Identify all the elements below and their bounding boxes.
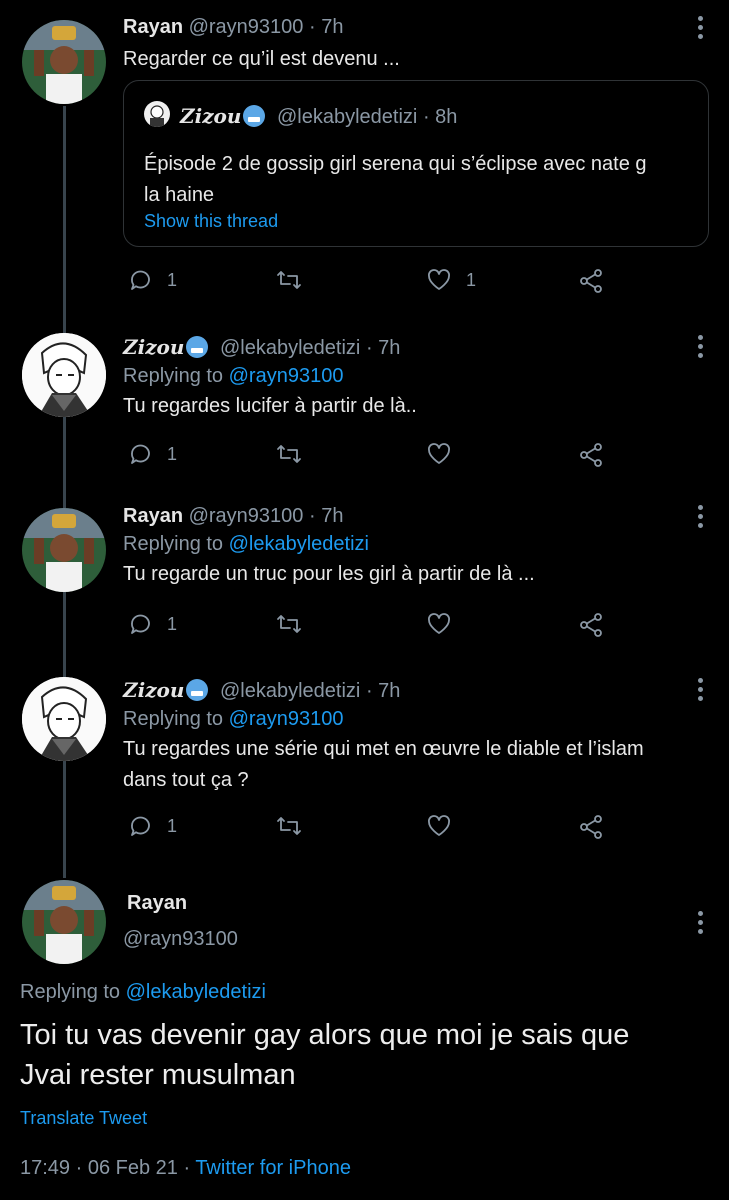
heart-icon <box>428 443 450 464</box>
tweet-header: Zizou @lekabyledetizi · 7h <box>123 678 401 702</box>
tweet-actions: 1 1 <box>123 268 623 298</box>
retweet-button[interactable] <box>276 442 302 466</box>
replying-to-link[interactable]: @lekabyledetizi <box>229 533 369 555</box>
reply-button[interactable]: 1 <box>129 442 177 466</box>
author-name[interactable]: Zizou <box>123 678 184 702</box>
quoted-avatar <box>144 101 170 127</box>
author-name[interactable]: Rayan <box>123 505 183 527</box>
share-icon <box>580 269 602 293</box>
replying-to-link[interactable]: @lekabyledetizi <box>126 981 266 1003</box>
share-button[interactable] <box>578 814 604 840</box>
quoted-text: Épisode 2 de gossip girl serena qui s’éc… <box>144 153 647 206</box>
heart-icon <box>428 815 450 836</box>
share-button[interactable] <box>578 442 604 468</box>
like-button[interactable]: 1 <box>426 268 476 292</box>
source-link[interactable]: Twitter for iPhone <box>195 1157 351 1179</box>
reply-icon <box>131 816 150 836</box>
share-icon <box>580 613 602 637</box>
replying-to: Replying to @rayn93100 <box>123 365 344 387</box>
replying-to: Replying to @lekabyledetizi <box>20 981 266 1003</box>
reply-button[interactable]: 1 <box>129 612 177 636</box>
quoted-time: 8h <box>435 106 458 128</box>
quoted-tweet[interactable]: Zizou @lekabyledetizi · 8h Épisode 2 de … <box>123 80 709 247</box>
heart-icon <box>428 269 450 290</box>
tweet-header: Rayan @rayn93100 · 7h <box>123 505 344 527</box>
tweet-text: Tu regardes lucifer à partir de là.. <box>123 395 417 417</box>
share-button[interactable] <box>578 268 604 294</box>
main-author-name[interactable]: Rayan <box>127 892 187 915</box>
more-options-icon[interactable] <box>697 335 703 358</box>
author-name[interactable]: Zizou <box>123 335 184 359</box>
retweet-button[interactable] <box>276 612 302 636</box>
replying-to-link[interactable]: @rayn93100 <box>229 708 344 730</box>
avatar-rayan[interactable] <box>22 20 106 104</box>
reply-icon <box>131 444 150 464</box>
more-options-icon[interactable] <box>697 911 703 934</box>
translate-tweet-link[interactable]: Translate Tweet <box>20 1108 147 1129</box>
like-button[interactable] <box>426 442 452 466</box>
thread-connector-line <box>63 106 66 878</box>
replying-to-link[interactable]: @rayn93100 <box>229 365 344 387</box>
author-handle[interactable]: @rayn93100 <box>189 16 304 38</box>
replying-to: Replying to @rayn93100 <box>123 708 344 730</box>
retweet-icon <box>277 817 301 835</box>
author-handle[interactable]: @lekabyledetizi <box>220 337 360 359</box>
avatar-zizou[interactable] <box>22 333 106 417</box>
timestamp: 17:49 · 06 Feb 21 · <box>20 1157 191 1179</box>
author-handle[interactable]: @lekabyledetizi <box>220 680 360 702</box>
more-options-icon[interactable] <box>697 678 703 701</box>
reply-icon <box>131 270 150 290</box>
heart-icon <box>428 613 450 634</box>
tweet-actions: 1 <box>123 612 623 642</box>
reply-icon <box>131 614 150 634</box>
tweet-text: Tu regardes une série qui met en œuvre l… <box>123 738 644 791</box>
retweet-icon <box>277 445 301 463</box>
avatar-rayan[interactable] <box>22 508 106 592</box>
cold-face-emoji-icon <box>186 336 209 358</box>
retweet-icon <box>277 271 301 289</box>
tweet-actions: 1 <box>123 442 623 472</box>
retweet-button[interactable] <box>276 268 302 292</box>
tweet-header: Rayan @rayn93100 · 7h <box>123 16 344 38</box>
tweet-text: Regarder ce qu’il est devenu ... <box>123 48 400 70</box>
main-author-handle[interactable]: @rayn93100 <box>123 928 238 951</box>
share-button[interactable] <box>578 612 604 638</box>
reply-button[interactable]: 1 <box>129 814 177 838</box>
tweet-time[interactable]: 7h <box>321 505 343 527</box>
retweet-icon <box>277 615 301 633</box>
more-options-icon[interactable] <box>697 505 703 528</box>
cold-face-emoji-icon <box>243 105 266 127</box>
tweet-text: Tu regarde un truc pour les girl à parti… <box>123 563 535 585</box>
share-icon <box>580 443 602 467</box>
quoted-author-handle: @lekabyledetizi <box>277 106 418 128</box>
show-thread-link[interactable]: Show this thread <box>144 211 278 232</box>
tweet-actions: 1 <box>123 814 623 844</box>
author-handle[interactable]: @rayn93100 <box>189 505 304 527</box>
avatar-rayan[interactable] <box>22 880 106 964</box>
main-tweet-text: Toi tu vas devenir gay alors que moi je … <box>20 1019 630 1091</box>
like-button[interactable] <box>426 612 452 636</box>
tweet-time[interactable]: 7h <box>378 337 400 359</box>
cold-face-emoji-icon <box>186 679 209 701</box>
tweet-header: Zizou @lekabyledetizi · 7h <box>123 335 401 359</box>
retweet-button[interactable] <box>276 814 302 838</box>
quoted-author-name: Zizou <box>180 104 242 128</box>
replying-to: Replying to @lekabyledetizi <box>123 533 369 555</box>
tweet-time[interactable]: 7h <box>321 16 343 38</box>
tweet-time[interactable]: 7h <box>378 680 400 702</box>
tweet-metadata: 17:49 · 06 Feb 21 · Twitter for iPhone <box>20 1157 351 1180</box>
author-name[interactable]: Rayan <box>123 16 183 38</box>
like-button[interactable] <box>426 814 452 838</box>
reply-button[interactable]: 1 <box>129 268 177 292</box>
more-options-icon[interactable] <box>697 16 703 39</box>
avatar-zizou[interactable] <box>22 677 106 761</box>
share-icon <box>580 815 602 839</box>
